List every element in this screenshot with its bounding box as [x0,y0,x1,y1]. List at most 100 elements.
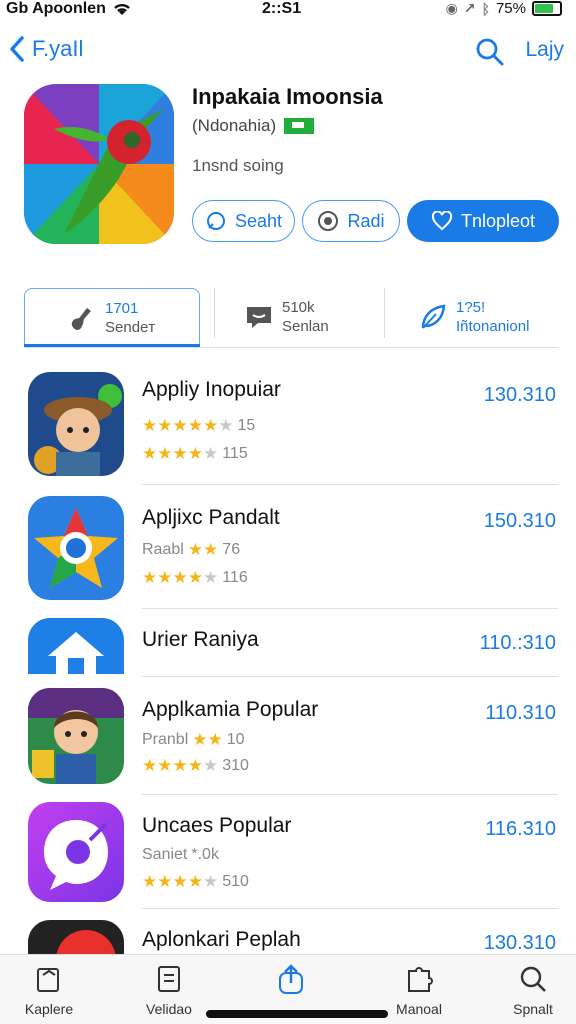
search-icon [520,966,546,992]
app-title: Apljixc Pandalt [142,506,280,529]
list-item[interactable]: Apljixc Pandalt Raabl ★★ 76 ★★★★★ 116 15… [0,496,576,610]
chrome-style-icon [28,496,124,600]
carrier-label: Gb Apoonlen [6,0,106,17]
battery-fill [535,4,553,13]
read-button-label: Radi [347,210,385,231]
search-button[interactable]: Seaht [192,200,295,242]
house-icon [28,618,124,674]
search-button-label: Seaht [234,210,283,231]
stat-1-value: 1701 [105,299,139,317]
stats-strip: 1701 Sendeт 510k Senlan 1?5! Iñtonanionl [24,288,558,348]
list-item[interactable]: Appliy Inopuiar ★★★★★★ 15 ★★★★★ 115 130.… [0,372,576,486]
tab-manual[interactable]: Manoal [374,963,464,1017]
rating-row-b: ★★★★★ 115 [142,444,248,464]
app-subtitle-text: (Ndonahia) [192,116,277,135]
explorer-game-icon [28,372,124,476]
rating-count: 76 [222,541,241,558]
app-price[interactable]: 110.:310 [480,632,556,655]
rating-row-b: ★★★★★ 510 [142,872,249,892]
stat-3-value: 1?5! [456,299,486,316]
rating-count: 115 [222,445,248,462]
list-item[interactable]: Aplonkari Peplah 130.310 [0,920,576,954]
rating-row-a: Saniet *.0k [142,846,219,864]
back-label: F.yaIl [32,36,84,61]
puzzle-icon [408,967,433,992]
app-title: Urier Raniya [142,628,259,651]
nav-right-button[interactable]: Lajy [525,38,564,62]
tab-label: Manoal [396,1001,442,1017]
install-button-label: Tnlopleot [460,210,536,231]
rating-row-a: ★★★★★★ 15 [142,416,255,436]
calendar-icon [158,966,180,992]
app-title: Applkamia Popular [142,698,319,721]
stat-tab-1[interactable]: 1701 Sendeт [24,288,200,348]
app-price[interactable]: 110.310 [485,702,556,725]
stat-2-label: Senlan [282,318,329,335]
tab-search[interactable]: Spnalt [488,963,576,1017]
row-divider [142,794,558,795]
stat-tab-2[interactable]: 510k Senlan [214,288,394,346]
tab-videos[interactable]: Velidao [124,963,214,1017]
rating-row-b: ★★★★★ 116 [142,568,248,588]
app-title: Aplonkari Peplah [142,928,301,951]
wifi-icon [114,3,130,15]
document-icon [37,968,59,992]
message-icon [247,307,271,328]
tab-explore[interactable]: Kaplere [4,963,94,1017]
search-icon[interactable] [474,36,506,68]
flag-icon [284,118,315,134]
rating-count: 310 [222,757,249,774]
stats-divider [24,347,558,348]
tab-share[interactable] [246,963,336,1001]
app-meta: 1nsnd soing [192,156,284,175]
feather-icon [421,304,446,329]
battery-icon [532,1,562,16]
game-icon [28,372,124,476]
app-price[interactable]: 150.310 [484,510,556,533]
battery-percent: 75% [495,0,526,17]
stat-tab-3[interactable]: 1?5! Iñtonanionl [384,288,558,346]
list-item[interactable]: Uncaes Popular Saniet *.0k ★★★★★ 510 116… [0,802,576,910]
rating-row-a: Raabl ★★ 76 [142,540,240,560]
stat-3-text: 1?5! Iñtonanionl [456,298,529,336]
app-price[interactable]: 116.310 [485,818,556,841]
row-divider [142,908,558,909]
home-indicator[interactable] [206,1010,388,1018]
app-price[interactable]: 130.310 [484,932,556,955]
star-rating: ★★★★★ [142,756,219,775]
star-browser-icon [28,496,124,600]
star-rating: ★★ [187,540,219,559]
messenger-icon [28,802,124,902]
share-icon [279,964,303,994]
sub-label: Saniet [142,846,188,863]
rating-row-b: ★★★★★ 310 [142,756,249,776]
sub-label: Pranbl [142,731,189,748]
guitar-icon [71,307,91,330]
home-app-icon [28,618,124,674]
back-button[interactable]: F.yaIl [8,34,83,64]
star-rating: ★★★★★★ [142,416,234,435]
bird-app-icon [24,84,174,244]
red-circle-icon [56,930,116,954]
app-store-screen: Gb Apoonlen 2::S1 ◉ ↗ ᛒ 75% F.yaIl Lajy … [0,0,576,1024]
chat-bubble-icon [28,802,124,902]
heart-icon [431,211,453,231]
row-divider [142,484,558,485]
list-item[interactable]: Urier Raniya 110.:310 [0,618,576,678]
tab-label: Kaplere [24,1001,74,1017]
rating-row-a: Pranbl ★★ 10 [142,730,245,750]
status-right: ◉ ↗ ᛒ 75% [446,0,562,17]
app-price[interactable]: 130.310 [484,384,556,407]
row-divider [142,676,558,677]
rating-count: 10 [226,731,245,748]
rating-count: 15 [237,417,256,434]
app-subtitle: (Ndonahia) [192,116,315,136]
install-button[interactable]: Tnlopleot [407,200,559,242]
read-button[interactable]: Radi [302,200,400,242]
star-rating: ★★★★★ [142,568,219,587]
row-divider [142,608,558,609]
sub-label: Raabl [142,541,184,558]
tab-label: Spnalt [513,1001,553,1017]
star-rating: ★★ [192,730,223,749]
list-item[interactable]: Applkamia Popular Pranbl ★★ 10 ★★★★★ 310… [0,688,576,796]
